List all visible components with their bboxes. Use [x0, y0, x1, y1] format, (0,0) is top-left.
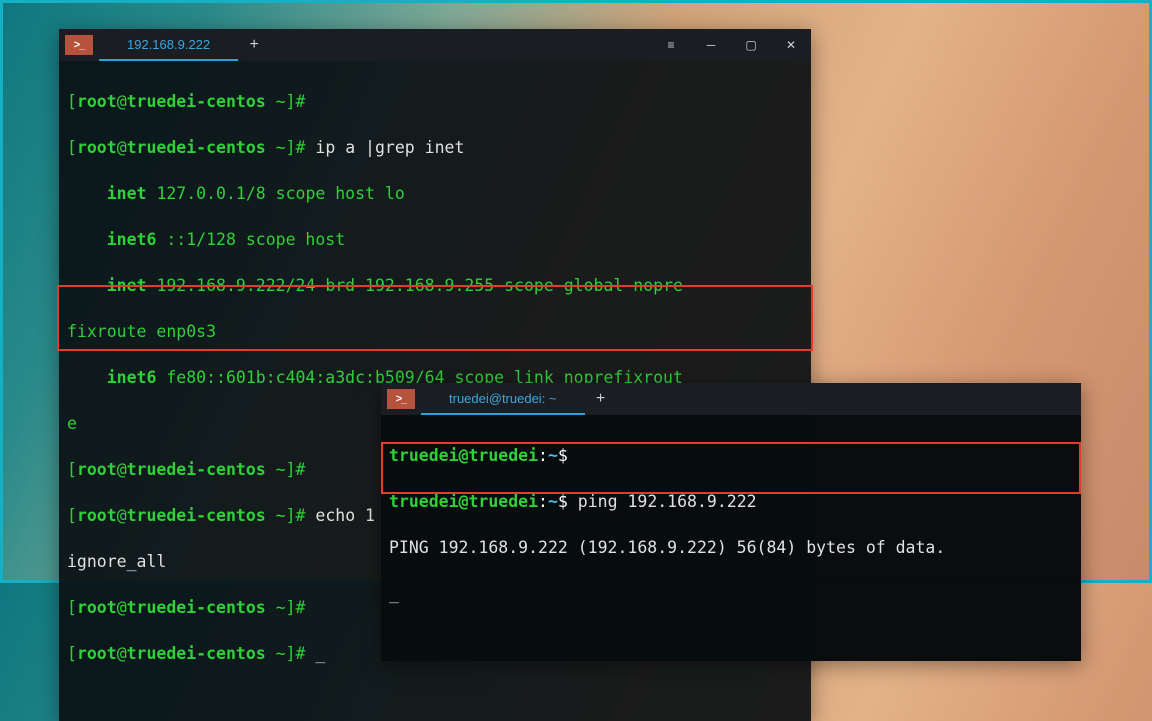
output-line: inet6 ::1/128 scope host [67, 228, 803, 251]
tab-active[interactable]: 192.168.9.222 [99, 29, 238, 61]
titlebar[interactable]: 192.168.9.222 + ≡ ─ ▢ ✕ [59, 29, 811, 61]
output-line: PING 192.168.9.222 (192.168.9.222) 56(84… [389, 536, 1073, 559]
prompt-line: truedei@truedei:~$ [389, 444, 1073, 467]
new-tab-button[interactable]: + [585, 383, 617, 415]
new-tab-button[interactable]: + [238, 29, 270, 61]
prompt-line: [root@truedei-centos ~]# [67, 90, 803, 113]
maximize-icon[interactable]: ▢ [731, 29, 771, 61]
tab-title: truedei@truedei: ~ [449, 391, 557, 406]
cmd-line: [root@truedei-centos ~]# ip a |grep inet [67, 136, 803, 159]
menu-icon[interactable]: ≡ [651, 29, 691, 61]
tab-active[interactable]: truedei@truedei: ~ [421, 383, 585, 415]
terminal-app-icon [387, 389, 415, 409]
terminal-app-icon [65, 35, 93, 55]
output-line: inet 192.168.9.222/24 brd 192.168.9.255 … [67, 274, 803, 297]
close-icon[interactable]: ✕ [771, 29, 811, 61]
tab-title: 192.168.9.222 [127, 37, 210, 52]
cursor-line: _ [389, 582, 1073, 605]
titlebar[interactable]: truedei@truedei: ~ + [381, 383, 1081, 415]
terminal-output[interactable]: truedei@truedei:~$ truedei@truedei:~$ pi… [381, 415, 1081, 661]
minimize-icon[interactable]: ─ [691, 29, 731, 61]
output-line: inet 127.0.0.1/8 scope host lo [67, 182, 803, 205]
cmd-line: truedei@truedei:~$ ping 192.168.9.222 [389, 490, 1073, 513]
output-line: fixroute enp0s3 [67, 320, 803, 343]
terminal-window-2: truedei@truedei: ~ + truedei@truedei:~$ … [381, 383, 1081, 661]
